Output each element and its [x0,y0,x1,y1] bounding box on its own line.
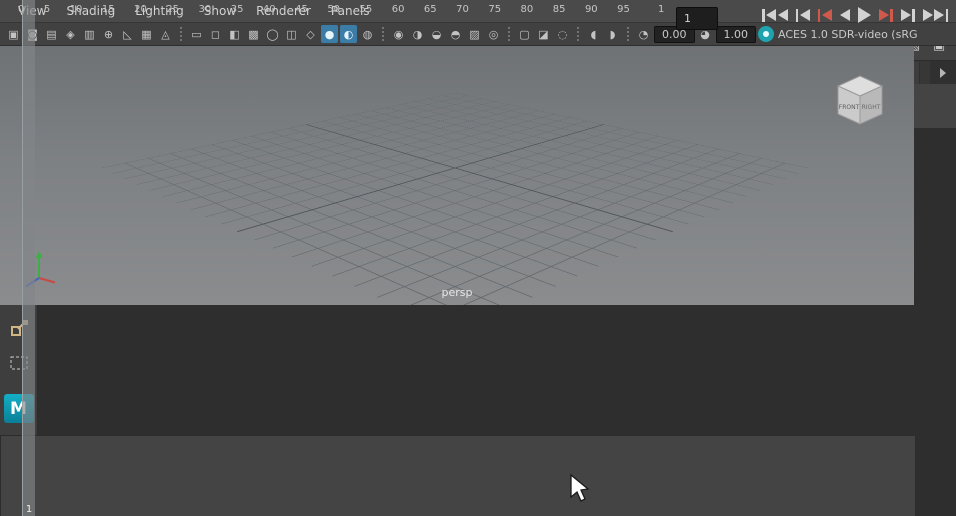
toolbar-separator [381,26,385,42]
motion-blur-icon[interactable]: ◓ [447,25,464,43]
playback-controls [762,7,948,23]
shaded-mode-icon[interactable]: ● [321,25,338,43]
default-material-icon[interactable]: ◍ [359,25,376,43]
step-forward-key-button[interactable] [878,8,893,22]
ground-grid [101,92,809,305]
current-time-marker-label: 1 [25,504,33,515]
tick: 10 [69,4,83,15]
viewport-panel: View Shading Lighting Show Renderer Pane… [0,0,956,516]
pan-zoom-icon[interactable]: ⊕ [100,25,117,43]
shelf-scroll-right-icon[interactable] [930,61,956,84]
tick: 45 [295,4,308,15]
panel-toolbar: ▣ ◙ ▤ ◈ ▥ ⊕ ◺ ▦ ◬ ▭ ◻ ◧ ▩ ◯ ◫ ◇ ● ◐ ◍ ◉ … [0,22,956,46]
tick: 90 [584,4,598,15]
tick: 75 [488,4,502,15]
tick: 40 [262,4,276,15]
textured-mode-icon[interactable]: ◐ [340,25,357,43]
tick: 95 [617,4,630,15]
tick: 80 [520,4,534,15]
safe-action-icon[interactable]: ◯ [264,25,281,43]
plugin-display-icon[interactable]: ◖ [585,25,602,43]
gizmo-toggle-icon[interactable]: ◬ [157,25,174,43]
tick: 60 [391,4,405,15]
camera-name-label: persp [441,286,473,299]
tick: 5 [43,4,51,15]
current-frame-value: 1 [684,12,691,25]
ambient-occlusion-icon[interactable]: ◒ [428,25,445,43]
tick-overflow: 1 [658,4,665,15]
timeline-ticks: 0 5 10 15 20 25 30 35 40 45 50 55 60 65 … [18,4,630,15]
go-to-start-button[interactable] [762,8,788,22]
gamma-field[interactable]: 1.00 [715,25,756,43]
all-lights-icon[interactable]: ◉ [390,25,407,43]
tick: 50 [327,4,341,15]
current-frame-field[interactable]: 1 [676,7,718,30]
tick: 70 [456,4,469,15]
current-time-marker[interactable]: 1 [22,0,35,516]
field-chart-icon[interactable]: ▩ [245,25,262,43]
viewcube-front-label: FRONT [839,104,860,111]
toolbar-separator [179,26,183,42]
plugin-display-2-icon[interactable]: ◗ [604,25,621,43]
gate-mask-icon[interactable]: ◧ [226,25,243,43]
shadows-icon[interactable]: ◑ [409,25,426,43]
camera-attributes-icon[interactable]: ▤ [43,25,60,43]
tick: 20 [134,4,147,15]
step-back-key-button[interactable] [817,8,832,22]
safe-title-icon[interactable]: ◫ [283,25,300,43]
maya-window: File Edit Create Select Modify Display W… [0,0,956,516]
tick: 35 [230,4,244,15]
tick: 55 [359,4,373,15]
viewport[interactable]: FRONT RIGHT persp [0,46,914,305]
view-cube[interactable]: FRONT RIGHT [828,72,892,130]
tick: 15 [101,4,115,15]
play-forwards-button[interactable] [857,7,871,23]
tick: 30 [198,4,212,15]
xray-icon[interactable]: ◪ [535,25,552,43]
depth-of-field-icon[interactable]: ◎ [485,25,502,43]
camera-bookmark-icon[interactable]: ◈ [62,25,79,43]
wireframe-mode-icon[interactable]: ◇ [302,25,319,43]
toolbar-separator [507,26,511,42]
film-gate-icon[interactable]: ▭ [188,25,205,43]
select-camera-icon[interactable]: ▣ [5,25,22,43]
step-forward-frame-button[interactable] [900,8,915,22]
colorspace-label[interactable]: ACES 1.0 SDR-video (sRG [778,28,918,41]
isolate-select-icon[interactable]: ▢ [516,25,533,43]
grease-pencil-icon[interactable]: ◺ [119,25,136,43]
play-backwards-button[interactable] [839,9,850,21]
anti-aliasing-icon[interactable]: ▨ [466,25,483,43]
tick: 65 [423,4,437,15]
toolbar-separator [576,26,580,42]
tick: 25 [166,4,180,15]
viewcube-right-label: RIGHT [862,104,881,111]
go-to-end-button[interactable] [922,8,948,22]
resolution-gate-icon[interactable]: ◻ [207,25,224,43]
step-back-frame-button[interactable] [795,8,810,22]
tick: 85 [552,4,566,15]
exposure-icon[interactable]: ◔ [635,25,652,43]
color-managed-icon[interactable] [758,26,774,42]
xray-joints-icon[interactable]: ◌ [554,25,571,43]
grid-toggle-icon[interactable]: ▦ [138,25,155,43]
toolbar-separator [626,26,630,42]
tick: 0 [18,4,25,15]
image-plane-icon[interactable]: ▥ [81,25,98,43]
